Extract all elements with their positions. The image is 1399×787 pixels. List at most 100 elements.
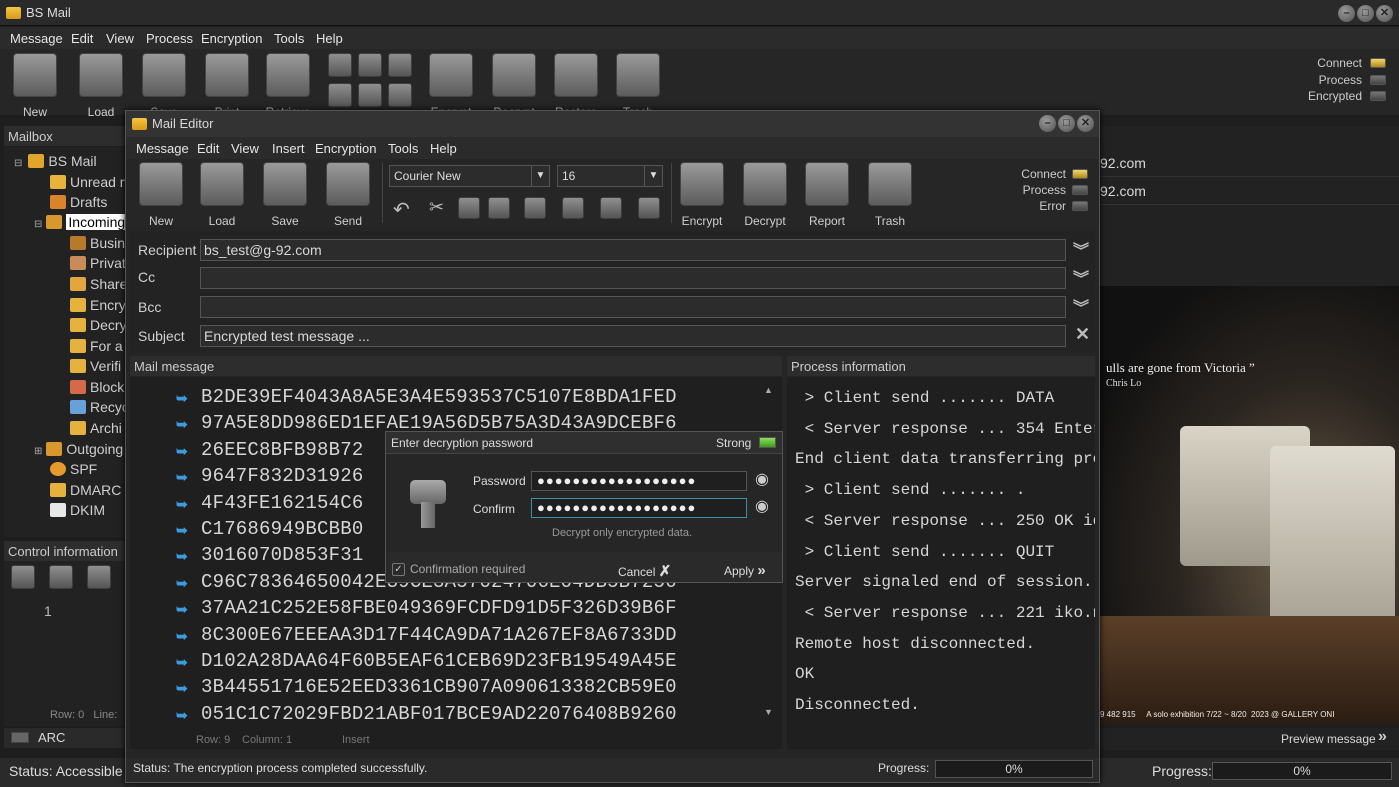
editor-minimize-icon[interactable]: – [1039, 115, 1056, 132]
tool-icon-5[interactable] [358, 83, 382, 107]
duplicate-icon[interactable] [600, 197, 622, 219]
cc-expand-icon[interactable]: ︾ [1073, 265, 1089, 289]
show-confirm-eye-icon[interactable]: ◉ [755, 496, 769, 516]
password-label: Password [473, 474, 526, 488]
tree-recycle[interactable]: Recyc [70, 399, 129, 415]
tree-spf[interactable]: SPF [50, 461, 97, 477]
control-tool-icon-2[interactable] [49, 565, 73, 589]
password-field[interactable]: ●●●●●●●●●●●●●●●●●● [531, 471, 747, 491]
clear-subject-icon[interactable]: ✕ [1075, 324, 1090, 345]
cc-field[interactable] [200, 267, 1066, 289]
tree-blocked[interactable]: Block [70, 379, 124, 395]
paste-icon[interactable] [488, 197, 510, 219]
eraser-icon[interactable] [524, 197, 546, 219]
editor-report-button[interactable]: Report [802, 162, 852, 228]
editor-save-button[interactable]: Save [260, 162, 310, 228]
editor-new-button[interactable]: New [136, 162, 186, 228]
menu-encryption[interactable]: Encryption [201, 31, 262, 46]
confirmation-required-checkbox[interactable]: ✓ [392, 563, 405, 576]
editor-menu-view[interactable]: View [231, 141, 259, 156]
list-item[interactable]: 92.com [1100, 177, 1399, 205]
arc-toggle-icon[interactable] [11, 732, 29, 743]
tree-dmarc[interactable]: DMARC [50, 482, 121, 498]
editor-load-button[interactable]: Load [197, 162, 247, 228]
control-tool-icon-1[interactable] [11, 565, 35, 589]
list-item[interactable]: 92.com [1100, 149, 1399, 177]
maximize-icon[interactable]: □ [1357, 5, 1374, 22]
process-line: < Server response ... 221 iko.n [795, 603, 1095, 622]
menu-view[interactable]: View [106, 31, 134, 46]
cancel-button[interactable]: Cancel ✗ [618, 562, 671, 580]
editor-menu-message[interactable]: Message [136, 141, 189, 156]
undo-icon[interactable]: ↶ [393, 197, 410, 222]
bcc-expand-icon[interactable]: ︾ [1073, 294, 1089, 318]
tree-incoming[interactable]: ⊟ Incoming [34, 214, 128, 230]
editor-close-icon[interactable]: ✕ [1077, 115, 1094, 132]
confirm-field[interactable]: ●●●●●●●●●●●●●●●●●● [531, 498, 747, 518]
find-icon[interactable] [562, 197, 584, 219]
menu-tools[interactable]: Tools [274, 31, 304, 46]
recipient-field[interactable]: bs_test@g-92.com [200, 239, 1066, 261]
tree-verified[interactable]: Verifi [70, 358, 121, 374]
scroll-up-icon[interactable]: ▲ [764, 385, 773, 395]
font-size-select[interactable]: 16 ▼ [557, 165, 663, 187]
editor-menu-help[interactable]: Help [430, 141, 457, 156]
editor-menu-edit[interactable]: Edit [197, 141, 219, 156]
select-all-icon[interactable] [638, 197, 660, 219]
tree-for-a[interactable]: For a [70, 338, 123, 354]
tool-icon-3[interactable] [388, 53, 412, 77]
cursor-mode: Insert [342, 734, 370, 746]
preview-message-label: Preview message [1281, 732, 1376, 746]
load-button[interactable]: Load [76, 53, 126, 119]
process-line: Server signaled end of session. [795, 573, 1093, 592]
apply-button[interactable]: Apply » [724, 562, 766, 579]
editor-menu-tools[interactable]: Tools [388, 141, 418, 156]
font-name-select[interactable]: Courier New ▼ [389, 165, 550, 187]
close-icon[interactable]: ✕ [1376, 5, 1393, 22]
menu-edit[interactable]: Edit [71, 31, 93, 46]
tree-root[interactable]: ⊟ BS Mail [14, 153, 97, 169]
subject-field[interactable]: Encrypted test message ... [200, 325, 1066, 347]
bcc-label: Bcc [138, 299, 162, 315]
editor-menu-encryption[interactable]: Encryption [315, 141, 376, 156]
tool-icon-6[interactable] [388, 83, 412, 107]
copy-icon[interactable] [458, 197, 480, 219]
menu-message[interactable]: Message [10, 31, 63, 46]
tree-unread[interactable]: Unread m [50, 174, 131, 190]
mailbox-header: Mailbox [4, 126, 126, 146]
editor-maximize-icon[interactable]: □ [1058, 115, 1075, 132]
tree-encrypted[interactable]: Encry [70, 297, 126, 313]
tree-archive[interactable]: Archi [70, 420, 122, 436]
new-button[interactable]: New [10, 53, 60, 119]
menu-help[interactable]: Help [316, 31, 343, 46]
preview-arrow-icon[interactable]: » [1378, 728, 1387, 746]
show-password-eye-icon[interactable]: ◉ [755, 469, 769, 489]
tool-icon-2[interactable] [358, 53, 382, 77]
tree-shared[interactable]: Share [70, 276, 127, 292]
bcc-field[interactable] [200, 296, 1066, 318]
editor-trash-button[interactable]: Trash [865, 162, 915, 228]
editor-encrypt-button[interactable]: Encrypt [677, 162, 727, 228]
app-icon [6, 7, 21, 19]
hex-line: D102A28DAA64F60B5EAF61CEB69D23FB19549A45… [201, 650, 677, 672]
editor-menu-insert[interactable]: Insert [272, 141, 305, 156]
control-tool-icon-3[interactable] [87, 565, 111, 589]
tool-icon-4[interactable] [328, 83, 352, 107]
tree-outgoing[interactable]: ⊞ Outgoing [34, 441, 123, 457]
tree-decrypted[interactable]: Decry [70, 317, 127, 333]
tree-business[interactable]: Busin [70, 235, 125, 251]
address-panel: Recipient bs_test@g-92.com ︾ Cc ︾ Bcc ︾ … [130, 231, 1095, 351]
menu-process[interactable]: Process [146, 31, 193, 46]
recipient-expand-icon[interactable]: ︾ [1073, 237, 1089, 261]
tool-icon-1[interactable] [328, 53, 352, 77]
tree-private[interactable]: Privat [70, 255, 126, 271]
minimize-icon[interactable]: – [1338, 5, 1355, 22]
cut-icon[interactable]: ✂ [429, 197, 444, 218]
scroll-down-icon[interactable]: ▼ [764, 707, 773, 717]
line-arrow-icon: ➥ [176, 416, 188, 433]
editor-decrypt-button[interactable]: Decrypt [740, 162, 790, 228]
editor-send-button[interactable]: Send [323, 162, 373, 228]
line-arrow-icon: ➥ [176, 495, 188, 512]
tree-drafts[interactable]: Drafts [50, 194, 107, 210]
tree-dkim[interactable]: DKIM [50, 502, 105, 518]
